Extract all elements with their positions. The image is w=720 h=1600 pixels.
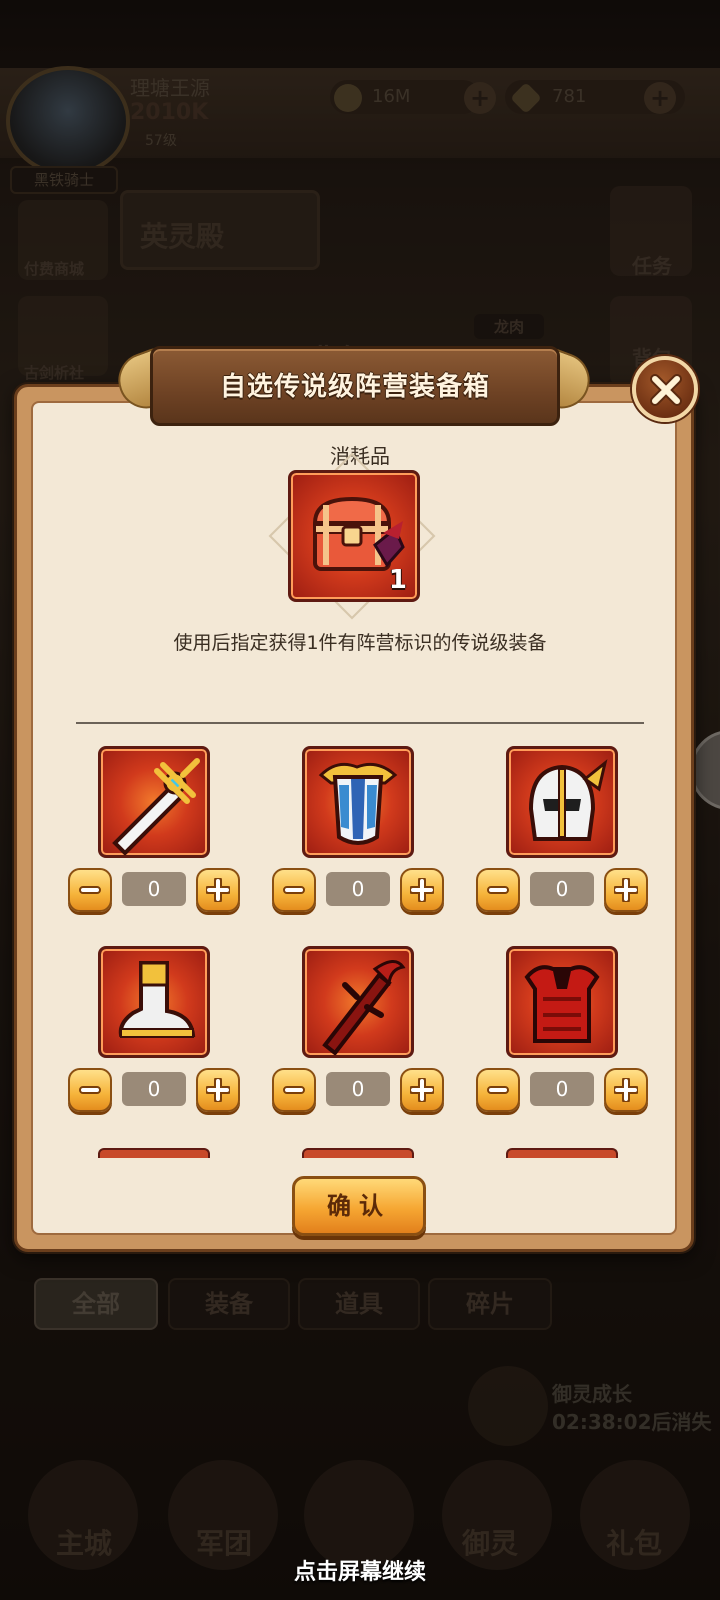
- decrement-button-3[interactable]: [476, 868, 520, 912]
- divider: [76, 722, 644, 724]
- minus-icon: [79, 886, 101, 894]
- increment-button-3[interactable]: [604, 868, 648, 912]
- helmet-icon: [528, 759, 608, 841]
- equip-slot-dark-blade[interactable]: [302, 946, 414, 1058]
- plus-icon: [614, 878, 638, 902]
- plus-icon: [410, 878, 434, 902]
- main-item-slot[interactable]: 1: [288, 470, 420, 602]
- close-button[interactable]: [632, 356, 698, 422]
- sword-icon: [112, 758, 200, 855]
- increment-button-2[interactable]: [400, 868, 444, 912]
- equip-slot-partial-2[interactable]: [302, 1148, 414, 1158]
- quantity-value-2[interactable]: 0: [326, 872, 390, 906]
- boots-icon: [118, 961, 196, 1038]
- item-description: 使用后指定获得1件有阵营标识的传说级装备: [173, 632, 547, 654]
- equip-slot-helmet[interactable]: [506, 746, 618, 858]
- increment-button-6[interactable]: [604, 1068, 648, 1112]
- equip-slot-partial-1[interactable]: [98, 1148, 210, 1158]
- confirm-button[interactable]: 确认: [292, 1176, 426, 1236]
- equip-slot-sword[interactable]: [98, 746, 210, 858]
- dark-blade-icon: [322, 960, 406, 1055]
- equip-slot-boots[interactable]: [98, 946, 210, 1058]
- quantity-value-4[interactable]: 0: [122, 1072, 186, 1106]
- increment-button-5[interactable]: [400, 1068, 444, 1112]
- decrement-button-4[interactable]: [68, 1068, 112, 1112]
- equip-slot-partial-3[interactable]: [506, 1148, 618, 1158]
- minus-icon: [487, 886, 509, 894]
- plus-icon: [206, 878, 230, 902]
- quantity-value-3[interactable]: 0: [530, 872, 594, 906]
- minus-icon: [487, 1086, 509, 1094]
- plus-icon: [614, 1078, 638, 1102]
- quantity-value-5[interactable]: 0: [326, 1072, 390, 1106]
- red-armor-icon: [524, 965, 600, 1043]
- minus-icon: [283, 1086, 305, 1094]
- main-item-count: 1: [388, 565, 407, 595]
- plus-icon: [410, 1078, 434, 1102]
- decrement-button-1[interactable]: [68, 868, 112, 912]
- decrement-button-6[interactable]: [476, 1068, 520, 1112]
- decrement-button-2[interactable]: [272, 868, 316, 912]
- increment-button-1[interactable]: [196, 868, 240, 912]
- tap-to-continue-hint[interactable]: 点击屏幕继续: [0, 1554, 720, 1586]
- minus-icon: [283, 886, 305, 894]
- equip-slot-red-armor[interactable]: [506, 946, 618, 1058]
- plus-icon: [206, 1078, 230, 1102]
- increment-button-4[interactable]: [196, 1068, 240, 1112]
- equip-slot-armor[interactable]: [302, 746, 414, 858]
- close-icon: [650, 374, 682, 406]
- decrement-button-5[interactable]: [272, 1068, 316, 1112]
- dialog-title: 自选传说级阵营装备箱: [219, 372, 490, 402]
- quantity-value-1[interactable]: 0: [122, 872, 186, 906]
- quantity-value-6[interactable]: 0: [530, 1072, 594, 1106]
- minus-icon: [79, 1086, 101, 1094]
- armor-icon: [318, 762, 398, 845]
